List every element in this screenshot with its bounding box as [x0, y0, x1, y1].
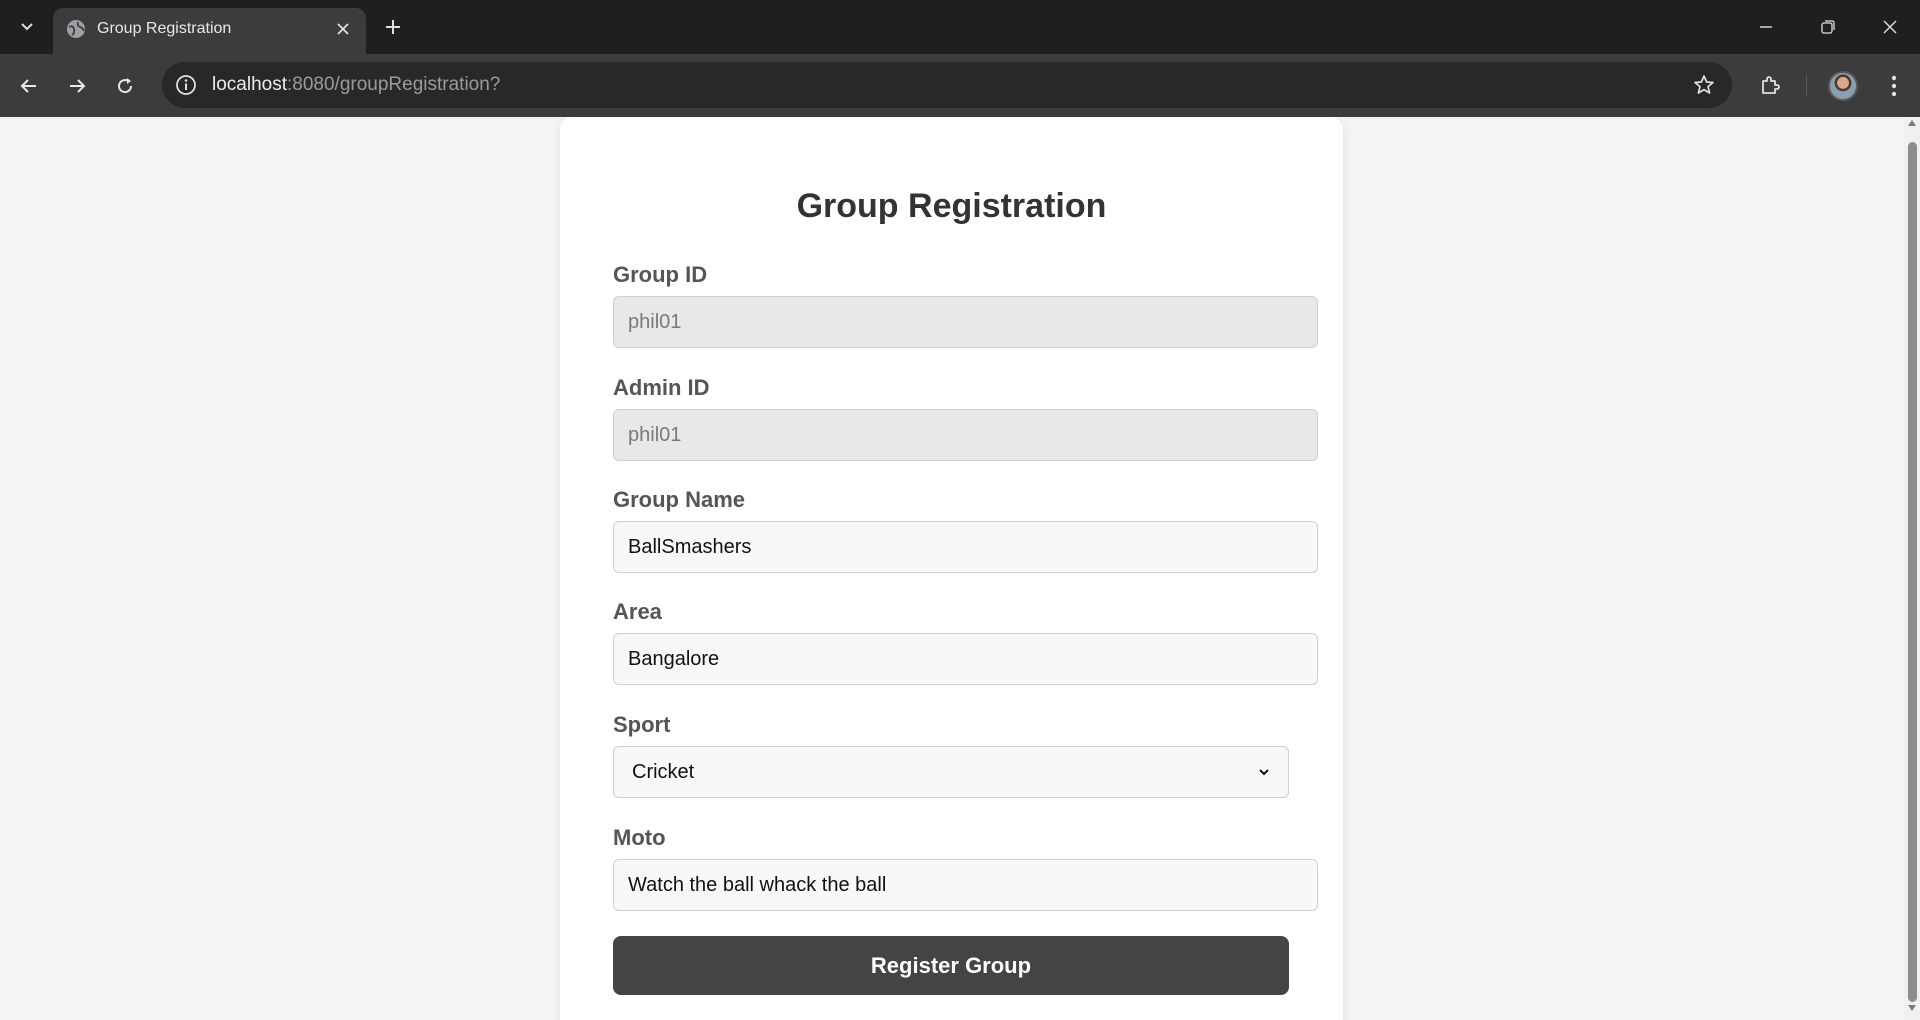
group-name-input[interactable]	[613, 521, 1318, 573]
moto-label: Moto	[613, 825, 666, 850]
register-group-button[interactable]: Register Group	[613, 936, 1289, 995]
admin-id-input[interactable]	[613, 409, 1318, 461]
new-tab-button[interactable]	[378, 12, 408, 42]
registration-card: Group Registration Group ID Admin ID Gro…	[560, 117, 1343, 1020]
restore-icon	[1821, 20, 1835, 34]
group-id-input[interactable]	[613, 296, 1318, 348]
address-path: :8080/groupRegistration?	[287, 74, 501, 95]
sport-label: Sport	[613, 712, 671, 737]
close-icon	[1883, 20, 1897, 34]
scroll-up-button[interactable]	[1904, 119, 1920, 133]
browser-menu-button[interactable]	[1876, 68, 1912, 104]
browser-tab-active[interactable]: Group Registration	[53, 8, 366, 54]
puzzle-icon	[1762, 76, 1780, 94]
profile-avatar[interactable]	[1828, 71, 1858, 101]
minimize-button[interactable]	[1736, 0, 1796, 54]
info-icon[interactable]	[174, 73, 198, 97]
chevron-down-icon	[1259, 769, 1269, 776]
forward-button[interactable]	[59, 68, 95, 104]
triangle-down-icon	[1908, 1005, 1916, 1011]
area-label: Area	[613, 599, 662, 624]
arrow-left-icon	[20, 79, 36, 93]
scroll-down-button[interactable]	[1904, 1004, 1920, 1018]
extensions-button[interactable]	[1752, 68, 1788, 104]
group-name-label: Group Name	[613, 487, 746, 512]
toolbar-divider	[1806, 75, 1807, 97]
tab-close-button[interactable]	[330, 16, 356, 42]
close-icon	[337, 23, 349, 35]
restore-button[interactable]	[1798, 0, 1858, 54]
page-scrollbar[interactable]	[1904, 117, 1920, 1020]
browser-tab-strip: Group Registration	[0, 0, 1920, 54]
sport-select[interactable]: Cricket	[613, 746, 1289, 798]
tab-search-button[interactable]	[12, 12, 42, 42]
back-button[interactable]	[11, 68, 47, 104]
triangle-up-icon	[1908, 120, 1916, 126]
address-url[interactable]: localhost:8080/groupRegistration?	[212, 74, 500, 96]
page-viewport: Group Registration Group ID Admin ID Gro…	[0, 117, 1904, 1020]
area-input[interactable]	[613, 633, 1318, 685]
close-window-button[interactable]	[1860, 0, 1920, 54]
reload-icon	[118, 78, 133, 94]
browser-toolbar: localhost:8080/groupRegistration?	[0, 54, 1920, 117]
address-host: localhost	[212, 74, 287, 95]
arrow-right-icon	[70, 79, 86, 93]
more-vertical-icon	[1891, 75, 1897, 97]
star-icon[interactable]	[1692, 73, 1716, 97]
chevron-down-icon	[21, 23, 33, 31]
page-title: Group Registration	[796, 187, 1107, 225]
scrollbar-thumb[interactable]	[1908, 142, 1917, 1002]
globe-icon	[67, 20, 85, 38]
moto-input[interactable]	[613, 859, 1318, 911]
plus-icon	[386, 20, 400, 34]
sport-selected-value: Cricket	[632, 760, 695, 783]
minimize-icon	[1760, 26, 1772, 28]
address-bar[interactable]: localhost:8080/groupRegistration?	[162, 62, 1732, 108]
group-id-label: Group ID	[613, 262, 708, 287]
tab-title: Group Registration	[97, 20, 232, 37]
admin-id-label: Admin ID	[613, 375, 710, 400]
reload-button[interactable]	[107, 68, 143, 104]
